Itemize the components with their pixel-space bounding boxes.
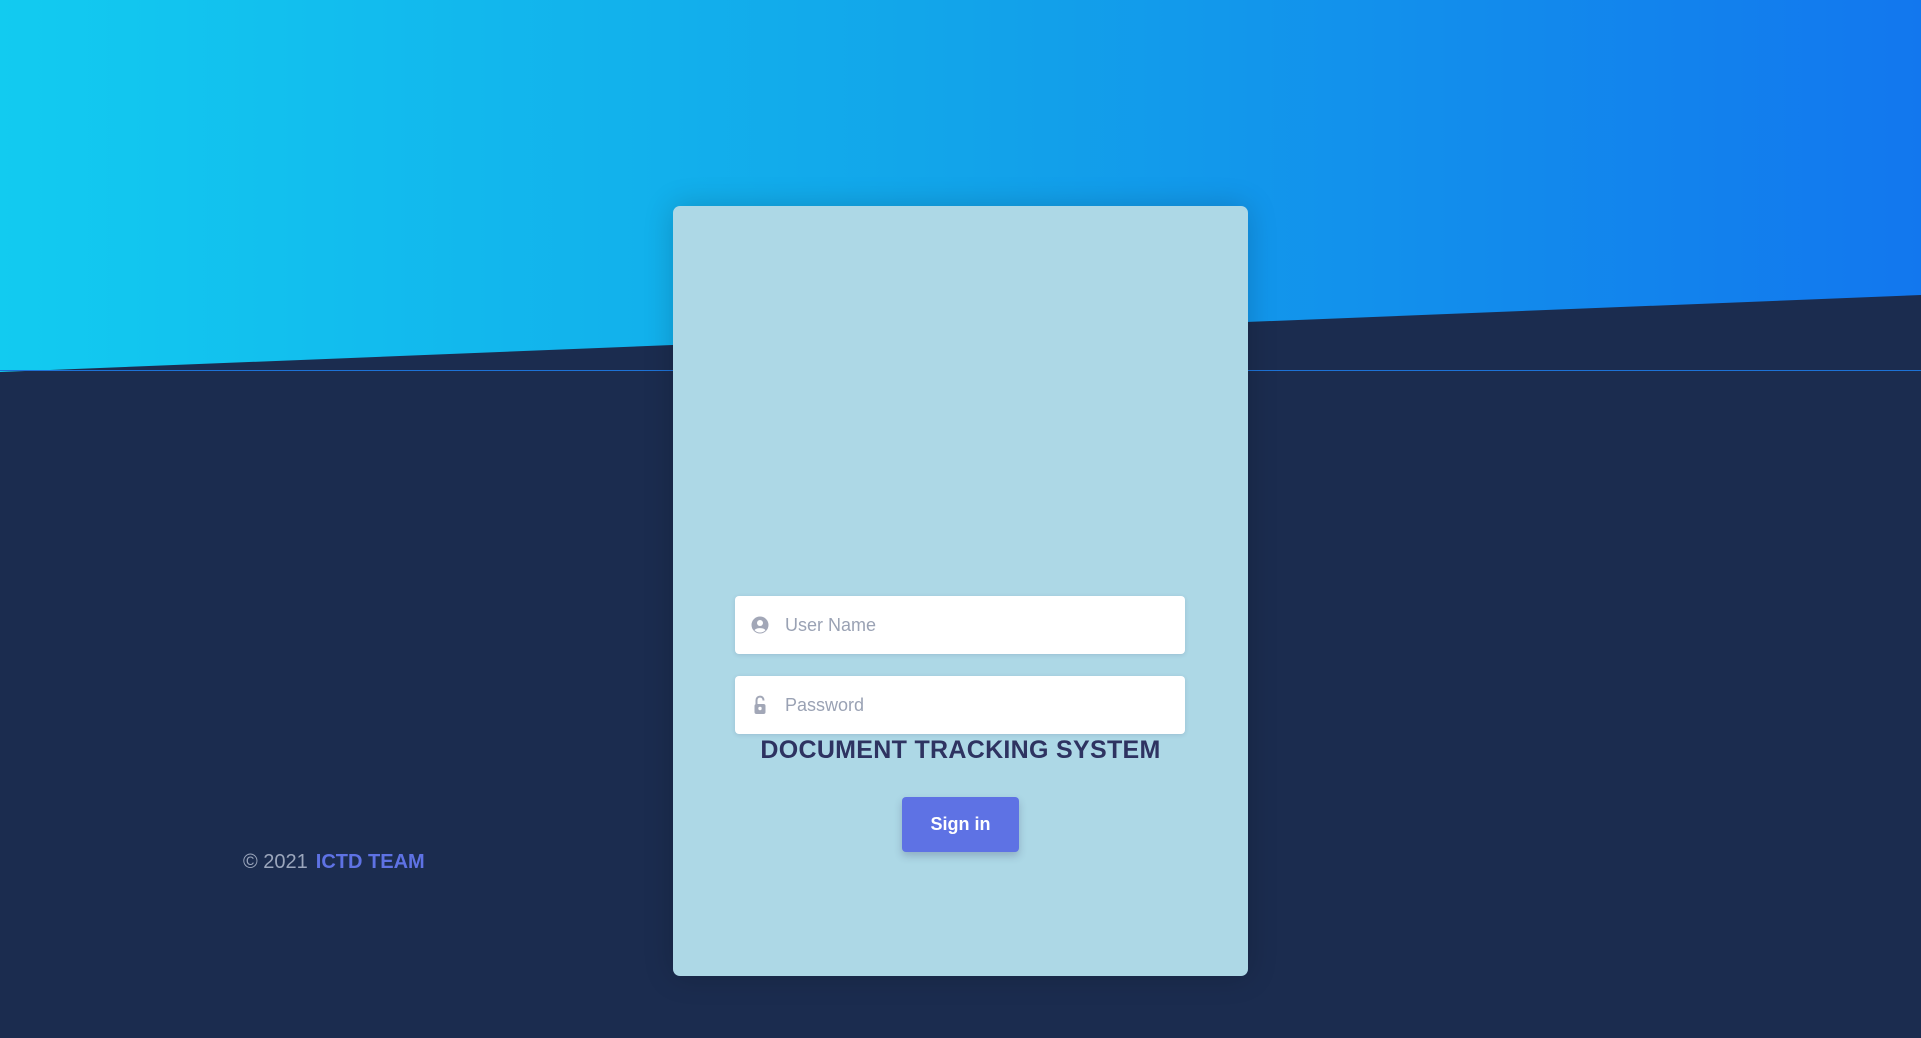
footer-copyright: © 2021 ICTD TEAM xyxy=(243,851,425,874)
password-field[interactable] xyxy=(735,676,1185,734)
team-link[interactable]: ICTD TEAM xyxy=(316,851,425,873)
login-card: DOCUMENT TRACKING SYSTEM Sign in xyxy=(673,206,1248,976)
copyright-text: © 2021 xyxy=(243,851,308,873)
user-circle-icon xyxy=(750,615,770,635)
username-field[interactable] xyxy=(735,596,1185,654)
password-input[interactable] xyxy=(783,684,1167,726)
sign-in-button[interactable]: Sign in xyxy=(902,797,1019,852)
username-input[interactable] xyxy=(783,604,1167,646)
page-title: DOCUMENT TRACKING SYSTEM xyxy=(760,736,1161,764)
lock-icon xyxy=(750,695,770,715)
